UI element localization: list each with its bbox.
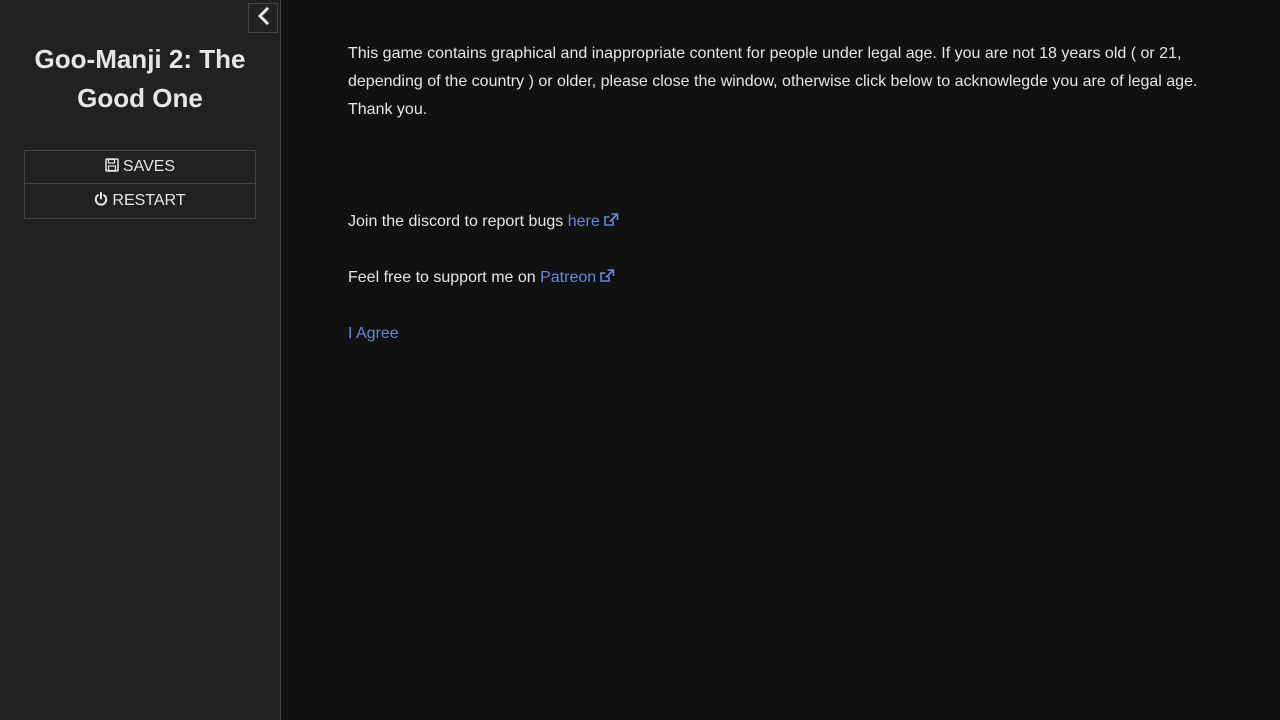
discord-text: Join the discord to report bugs bbox=[348, 213, 568, 230]
saves-label: SAVES bbox=[122, 158, 176, 175]
passage: This game contains graphical and inappro… bbox=[348, 40, 1208, 348]
discord-link-label: here bbox=[567, 213, 600, 230]
restart-label: RESTART bbox=[112, 192, 186, 209]
external-link-icon bbox=[600, 213, 619, 230]
discord-line: Join the discord to report bugs here bbox=[348, 208, 1208, 236]
agree-line: I Agree bbox=[348, 320, 1208, 348]
patreon-link-label: Patreon bbox=[540, 269, 597, 286]
chevron-left-icon bbox=[256, 6, 270, 30]
ui-bar-toggle-button[interactable] bbox=[248, 3, 278, 33]
restart-button[interactable]: RESTART bbox=[24, 183, 256, 219]
ui-bar: Goo-Manji 2: The Good One SAVES RESTART bbox=[0, 0, 281, 720]
patreon-link[interactable]: Patreon bbox=[540, 269, 615, 286]
age-warning-text: This game contains graphical and inappro… bbox=[348, 45, 1198, 118]
floppy-disk-icon bbox=[105, 157, 123, 177]
i-agree-link[interactable]: I Agree bbox=[348, 325, 399, 342]
saves-button[interactable]: SAVES bbox=[24, 150, 256, 184]
story-title: Goo-Manji 2: The Good One bbox=[34, 44, 246, 113]
story-menu: SAVES RESTART bbox=[24, 150, 256, 219]
patreon-line: Feel free to support me on Patreon bbox=[348, 264, 1208, 292]
external-link-icon bbox=[596, 269, 615, 286]
patreon-text: Feel free to support me on bbox=[348, 269, 541, 286]
discord-link[interactable]: here bbox=[568, 213, 619, 230]
power-icon bbox=[94, 191, 112, 211]
